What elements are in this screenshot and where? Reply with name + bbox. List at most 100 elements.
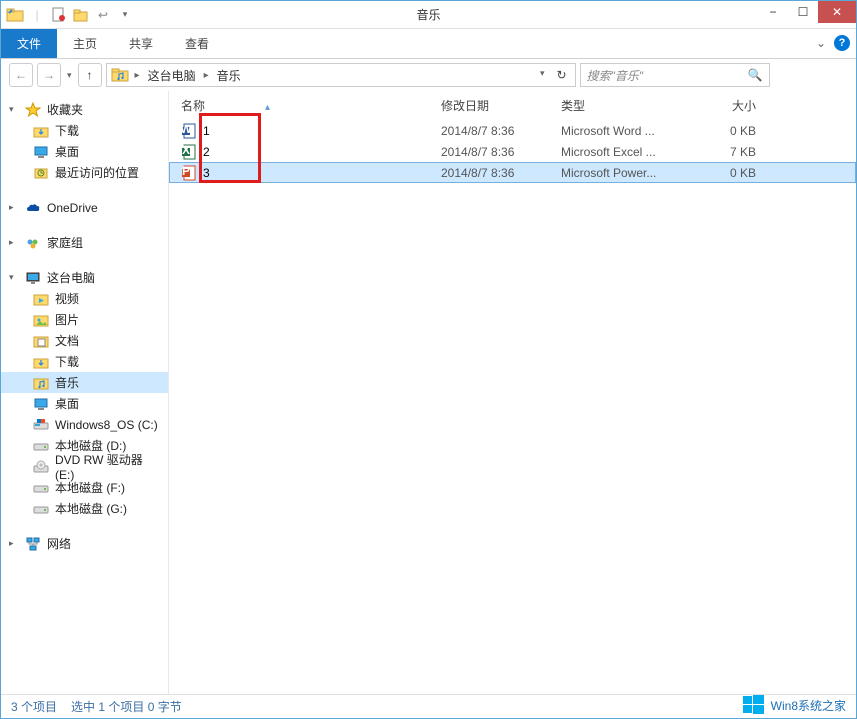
sidebar-item-label: OneDrive: [47, 201, 98, 215]
svg-text:X: X: [182, 144, 190, 157]
column-header-type[interactable]: 类型: [561, 97, 686, 114]
breadcrumb-sep-icon[interactable]: ▸: [131, 70, 144, 81]
sidebar-item-homegroup[interactable]: ▸ 家庭组: [1, 232, 168, 253]
sidebar-item-favorites[interactable]: ▾ 收藏夹: [1, 99, 168, 120]
sidebar-item-videos[interactable]: 视频: [1, 288, 168, 309]
sidebar: ▾ 收藏夹 下载 桌面 最近访问的位置 ▸ OneDrive: [1, 91, 169, 694]
folder-music-icon: [111, 66, 129, 84]
sidebar-item-label: Windows8_OS (C:): [55, 418, 158, 432]
network-icon: [25, 536, 41, 552]
breadcrumb[interactable]: ▸ 这台电脑 ▸ 音乐 ▾ ↻: [106, 63, 576, 87]
titlebar: | ↩ ▾ 音乐 − ☐ ✕: [1, 1, 856, 29]
search-icon: 🔍: [748, 68, 763, 82]
file-size: 0 KB: [686, 166, 756, 180]
tab-share[interactable]: 共享: [113, 29, 169, 58]
excel-file-icon: X: [181, 144, 197, 160]
refresh-icon[interactable]: ↻: [552, 68, 570, 82]
quick-access-toolbar: | ↩ ▾: [1, 5, 139, 25]
tree-group-onedrive: ▸ OneDrive: [1, 197, 168, 218]
chevron-right-icon[interactable]: ▸: [9, 538, 19, 549]
minimize-button[interactable]: −: [758, 1, 788, 23]
back-button[interactable]: ←: [9, 63, 33, 87]
sidebar-item-network[interactable]: ▸ 网络: [1, 533, 168, 554]
new-folder-icon[interactable]: [71, 5, 91, 25]
file-row[interactable]: X 2 2014/8/7 8:36 Microsoft Excel ... 7 …: [169, 141, 856, 162]
word-file-icon: W: [181, 123, 197, 139]
sidebar-item-thispc[interactable]: ▾ 这台电脑: [1, 267, 168, 288]
file-type: Microsoft Power...: [561, 166, 686, 180]
file-row[interactable]: P 3 2014/8/7 8:36 Microsoft Power... 0 K…: [169, 162, 856, 183]
sidebar-item-label: 网络: [47, 535, 71, 552]
search-placeholder: 搜索"音乐": [587, 67, 748, 84]
download-folder-icon: [33, 354, 49, 370]
tree-group-homegroup: ▸ 家庭组: [1, 232, 168, 253]
sidebar-item-drive-c[interactable]: Windows8_OS (C:): [1, 414, 168, 435]
file-date: 2014/8/7 8:36: [441, 124, 561, 138]
qat-dropdown-icon[interactable]: ▾: [115, 5, 135, 25]
sidebar-item-label: 下载: [55, 353, 79, 370]
tree-group-network: ▸ 网络: [1, 533, 168, 554]
breadcrumb-dropdown-icon[interactable]: ▾: [534, 68, 551, 82]
dvd-drive-icon: [33, 459, 49, 475]
sidebar-item-pictures[interactable]: 图片: [1, 309, 168, 330]
sidebar-item-label: 最近访问的位置: [55, 164, 139, 181]
sidebar-item-recent[interactable]: 最近访问的位置: [1, 162, 168, 183]
powerpoint-file-icon: P: [181, 165, 197, 181]
drive-icon: [33, 438, 49, 454]
breadcrumb-item[interactable]: 这台电脑: [146, 67, 198, 84]
sidebar-item-downloads[interactable]: 下载: [1, 351, 168, 372]
recent-locations-icon[interactable]: ▾: [65, 70, 74, 81]
folder-icon: [5, 5, 25, 25]
breadcrumb-sep-icon[interactable]: ▸: [200, 70, 213, 81]
desktop-icon: [33, 396, 49, 412]
column-header-date[interactable]: 修改日期: [441, 97, 561, 114]
up-button[interactable]: ↑: [78, 63, 102, 87]
properties-icon[interactable]: [49, 5, 69, 25]
undo-icon[interactable]: ↩: [93, 5, 113, 25]
chevron-down-icon[interactable]: ▾: [9, 104, 19, 115]
maximize-button[interactable]: ☐: [788, 1, 818, 23]
forward-button[interactable]: →: [37, 63, 61, 87]
status-item-count: 3 个项目: [11, 698, 57, 715]
close-button[interactable]: ✕: [818, 1, 856, 23]
sidebar-item-documents[interactable]: 文档: [1, 330, 168, 351]
file-name: 1: [203, 124, 441, 138]
sidebar-item-onedrive[interactable]: ▸ OneDrive: [1, 197, 168, 218]
help-icon[interactable]: ?: [834, 35, 850, 51]
breadcrumb-item[interactable]: 音乐: [215, 67, 243, 84]
sidebar-item-label: 家庭组: [47, 234, 83, 251]
videos-folder-icon: [33, 291, 49, 307]
svg-text:P: P: [182, 165, 190, 178]
pictures-folder-icon: [33, 312, 49, 328]
column-headers: 名称▴ 修改日期 类型 大小: [169, 91, 856, 120]
sidebar-item-dvd[interactable]: DVD RW 驱动器 (E:): [1, 456, 168, 477]
windows-logo-icon: [743, 694, 765, 716]
navbar: ← → ▾ ↑ ▸ 这台电脑 ▸ 音乐 ▾ ↻ 搜索"音乐" 🔍: [1, 59, 856, 91]
qat-sep: |: [27, 5, 47, 25]
file-row[interactable]: W 1 2014/8/7 8:36 Microsoft Word ... 0 K…: [169, 120, 856, 141]
column-header-size[interactable]: 大小: [686, 97, 756, 114]
tab-view[interactable]: 查看: [169, 29, 225, 58]
sidebar-item-label: 这台电脑: [47, 269, 95, 286]
ribbon-expand-icon[interactable]: ⌄: [816, 36, 826, 50]
sidebar-item-downloads[interactable]: 下载: [1, 120, 168, 141]
desktop-icon: [33, 144, 49, 160]
chevron-right-icon[interactable]: ▸: [9, 202, 19, 213]
window-title: 音乐: [416, 6, 440, 23]
star-icon: [25, 102, 41, 118]
ribbon: 文件 主页 共享 查看 ⌄ ?: [1, 29, 856, 59]
sidebar-item-music[interactable]: 音乐: [1, 372, 168, 393]
sidebar-item-desktop[interactable]: 桌面: [1, 141, 168, 162]
file-name: 2: [203, 145, 441, 159]
column-header-name[interactable]: 名称▴: [181, 97, 441, 114]
chevron-right-icon[interactable]: ▸: [9, 237, 19, 248]
search-input[interactable]: 搜索"音乐" 🔍: [580, 63, 770, 87]
sidebar-item-drive-g[interactable]: 本地磁盘 (G:): [1, 498, 168, 519]
tab-file[interactable]: 文件: [1, 29, 57, 58]
sidebar-item-label: 视频: [55, 290, 79, 307]
tab-home[interactable]: 主页: [57, 29, 113, 58]
sidebar-item-desktop[interactable]: 桌面: [1, 393, 168, 414]
svg-text:W: W: [181, 123, 192, 136]
chevron-down-icon[interactable]: ▾: [9, 272, 19, 283]
watermark-text: Win8系统之家: [771, 697, 846, 714]
